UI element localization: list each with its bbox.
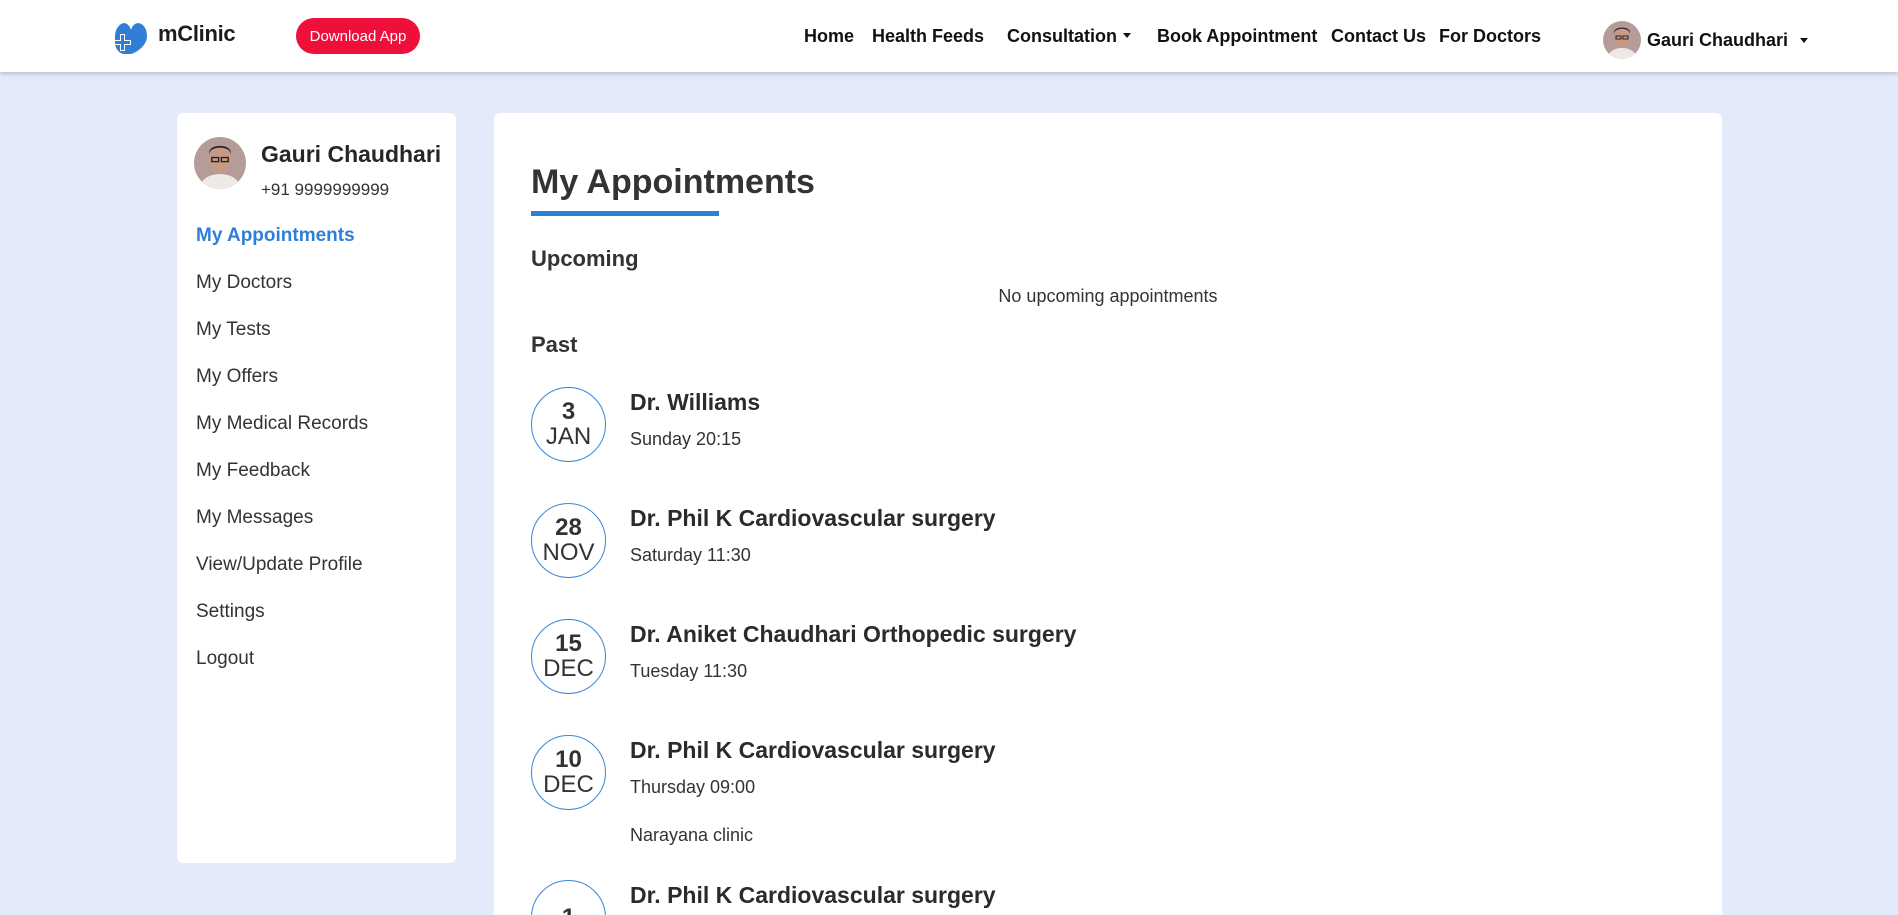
brand-name: mClinic <box>158 21 236 46</box>
nav-health-feeds[interactable]: Health Feeds <box>872 26 984 47</box>
user-menu-dropdown[interactable]: Gauri Chaudhari <box>1603 21 1809 59</box>
nav-for-doctors[interactable]: For Doctors <box>1439 26 1541 47</box>
user-menu-name: Gauri Chaudhari <box>1647 29 1789 50</box>
user-avatar-icon <box>194 137 246 189</box>
doctor-name: Dr. Phil K Cardiovascular surgery <box>630 882 996 908</box>
appointment-time: Sunday 20:15 <box>630 429 742 449</box>
avatar <box>194 137 246 189</box>
date-day: 10 <box>555 745 582 773</box>
date-badge: 10 DEC <box>531 735 606 810</box>
avatar <box>1603 21 1641 59</box>
clinic-name: Narayana clinic <box>630 825 754 845</box>
top-navbar: mClinic Download App Home Health Feeds C… <box>0 0 1898 72</box>
upcoming-heading: Upcoming <box>531 246 639 271</box>
doctor-name: Dr. Phil K Cardiovascular surgery <box>630 737 996 763</box>
title-underline <box>531 211 719 216</box>
download-app-button[interactable]: Download App <box>296 18 420 54</box>
brand[interactable]: mClinic <box>112 18 236 56</box>
sidebar-item-my-messages[interactable]: My Messages <box>196 507 368 554</box>
profile-phone: +91 9999999999 <box>261 180 390 199</box>
date-badge: 15 DEC <box>531 619 606 694</box>
profile-sidebar: Gauri Chaudhari +91 9999999999 My Appoin… <box>177 113 456 863</box>
date-badge: 28 NOV <box>531 503 606 578</box>
chevron-down-icon <box>1800 37 1809 43</box>
date-month: JAN <box>545 422 592 450</box>
nav-home[interactable]: Home <box>804 26 854 47</box>
date-month: NOV <box>542 538 595 566</box>
nav-contact-us[interactable]: Contact Us <box>1331 26 1426 47</box>
date-day: 28 <box>555 513 582 541</box>
no-upcoming-message: No upcoming appointments <box>998 286 1218 306</box>
sidebar-item-view-update-profile[interactable]: View/Update Profile <box>196 554 368 601</box>
sidebar-menu: My Appointments My Doctors My Tests My O… <box>196 225 368 695</box>
date-day: 15 <box>555 629 582 657</box>
appointments-panel: My Appointments Upcoming No upcoming app… <box>494 113 1722 915</box>
chevron-down-icon <box>1123 33 1131 38</box>
past-heading: Past <box>531 332 578 357</box>
doctor-name: Dr. Phil K Cardiovascular surgery <box>630 505 996 531</box>
date-badge: 1 <box>531 880 606 915</box>
sidebar-item-my-feedback[interactable]: My Feedback <box>196 460 368 507</box>
date-badge: 3 JAN <box>531 387 606 462</box>
sidebar-item-logout[interactable]: Logout <box>196 648 368 695</box>
date-day: 1 <box>562 905 575 915</box>
profile-name: Gauri Chaudhari <box>261 141 442 167</box>
appointment-time: Tuesday 11:30 <box>630 661 748 681</box>
nav-consultation-label: Consultation <box>1007 26 1117 46</box>
user-avatar-icon <box>1603 21 1641 59</box>
date-month: DEC <box>543 654 594 682</box>
page-title: My Appointments <box>531 163 815 201</box>
nav-book-appointment[interactable]: Book Appointment <box>1157 26 1317 47</box>
nav-consultation-dropdown[interactable]: Consultation <box>1007 26 1131 47</box>
date-day: 3 <box>561 397 576 425</box>
date-month: DEC <box>543 770 594 798</box>
sidebar-item-my-tests[interactable]: My Tests <box>196 319 368 366</box>
appointment-time: Thursday 09:00 <box>630 777 756 797</box>
sidebar-item-settings[interactable]: Settings <box>196 601 368 648</box>
mclinic-logo-icon <box>114 23 147 54</box>
sidebar-item-my-doctors[interactable]: My Doctors <box>196 272 368 319</box>
doctor-name: Dr. Aniket Chaudhari Orthopedic surgery <box>630 621 1077 647</box>
doctor-name: Dr. Williams <box>630 389 761 415</box>
sidebar-item-my-medical-records[interactable]: My Medical Records <box>196 413 368 460</box>
sidebar-item-my-offers[interactable]: My Offers <box>196 366 368 413</box>
appointment-time: Saturday 11:30 <box>630 545 751 565</box>
sidebar-item-my-appointments[interactable]: My Appointments <box>196 225 368 272</box>
